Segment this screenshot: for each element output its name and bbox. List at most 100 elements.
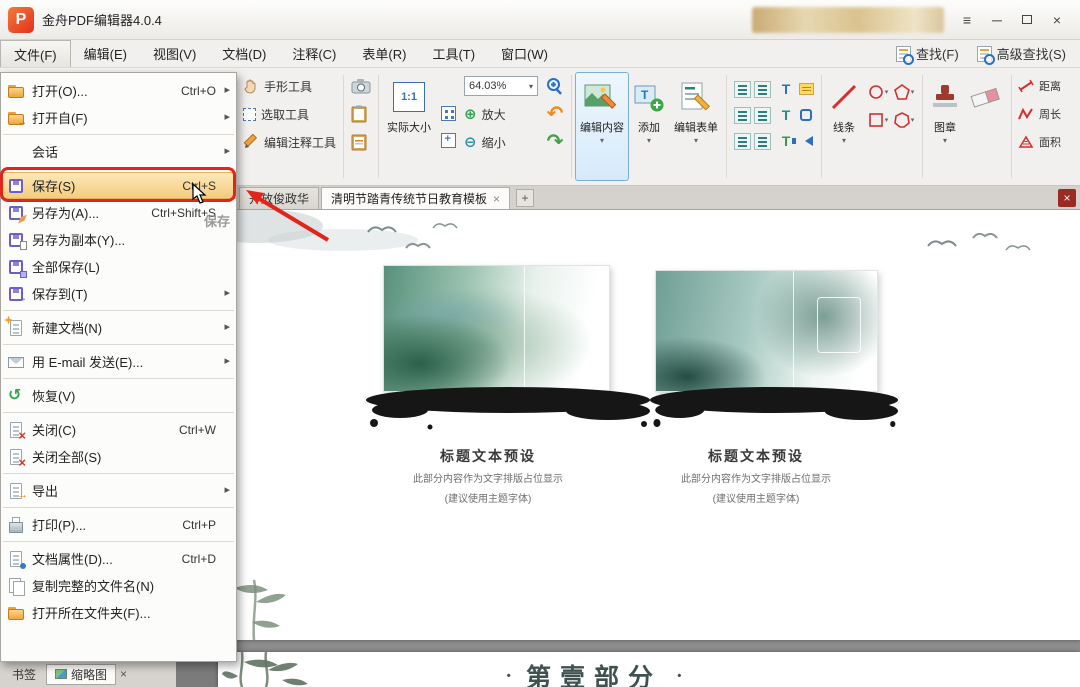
menu-item-save-as[interactable]: 另存为(A)... Ctrl+Shift+S [1, 199, 236, 226]
panel-close-button[interactable]: × [120, 667, 127, 681]
menu-item-save-all[interactable]: 全部保存(L) [1, 253, 236, 280]
measure-distance-button[interactable]: 距离 [1015, 72, 1064, 100]
tab-close-icon[interactable]: × [493, 193, 500, 205]
zoom-level-select[interactable]: 64.03% ▾ [464, 76, 538, 96]
paste-button[interactable] [347, 100, 375, 128]
panel-tab-thumbnails[interactable]: 缩略图 [46, 664, 116, 685]
edit-form-button[interactable]: 编辑表单 ▾ [669, 72, 723, 181]
annotate-tool-button[interactable]: 编辑注释工具 [239, 128, 340, 156]
menu-form[interactable]: 表单(R) [349, 40, 419, 67]
menu-item-label: 恢复(V) [32, 386, 216, 405]
select-tool-button[interactable]: 选取工具 [239, 100, 340, 128]
eraser-button[interactable] [964, 72, 1008, 181]
menu-edit[interactable]: 编辑(E) [71, 40, 140, 67]
document-tab-1[interactable]: 开放俊政华 [239, 187, 319, 209]
maximize-button[interactable] [1012, 9, 1042, 31]
open-folder-icon [7, 82, 25, 100]
link-icon[interactable] [800, 109, 812, 121]
menu-item-revert[interactable]: 恢复(V) [1, 382, 236, 409]
stamp-button[interactable]: 图章 ▾ [926, 72, 964, 181]
title-text-block-left[interactable]: 标题文本预设 此部分内容作为文字排版占位显示 (建议使用主题字体) [412, 446, 564, 505]
menu-item-save-to[interactable]: 保存到(T) [1, 280, 236, 307]
menu-annotate[interactable]: 注释(C) [279, 40, 349, 67]
zoom-in-button[interactable]: ⊕ 放大 [460, 100, 542, 128]
zoom-out-button[interactable]: ⊖ 缩小 [460, 128, 542, 156]
text-field-tool-icon-1[interactable] [734, 81, 751, 98]
menu-item-open-from[interactable]: 打开自(F) [1, 104, 236, 131]
add-button[interactable]: T 添加 ▾ [629, 72, 669, 181]
menu-item-copy-filename[interactable]: 复制完整的文件名(N) [1, 572, 236, 599]
menu-item-close-all[interactable]: 关闭全部(S) [1, 443, 236, 470]
menu-item-print[interactable]: 打印(P)... Ctrl+P [1, 511, 236, 538]
redo-button[interactable]: ↷ [543, 128, 568, 156]
app-window: { "colors": { "annotation_red": "#e1251b… [0, 0, 1080, 687]
text-field-tool-icon-2[interactable] [754, 81, 771, 98]
fit-page-icon[interactable] [441, 133, 456, 148]
arrow-mark [17, 487, 28, 501]
panel-tab-bookmarks[interactable]: 书签 [4, 664, 44, 685]
toolbar-separator [1011, 75, 1012, 178]
snapshot-button[interactable] [347, 72, 375, 100]
minimize-button[interactable]: ─ [982, 9, 1012, 31]
marquee-zoom-button[interactable] [542, 72, 568, 100]
pentagon-shape-button[interactable]: ▾ [894, 84, 915, 100]
menu-item-label: 打开所在文件夹(F)... [32, 603, 216, 622]
polygon-shape-button[interactable]: ▾ [894, 112, 915, 128]
text-field-tool-icon-3[interactable] [734, 107, 751, 124]
document-tab-2[interactable]: 清明节踏青传统节日教育模板 × [321, 187, 510, 209]
close-window-button[interactable]: × [1042, 9, 1072, 31]
speaker-icon[interactable] [805, 136, 813, 146]
menu-item-session[interactable]: 会话 [1, 138, 236, 165]
undo-button[interactable]: ↶ [543, 100, 568, 128]
svg-text:T: T [641, 88, 649, 102]
landscape-image-right[interactable] [655, 270, 878, 392]
hand-tool-button[interactable]: 手形工具 [239, 72, 340, 100]
find-button[interactable]: 查找(F) [888, 42, 967, 65]
menu-item-save-copy[interactable]: 另存为副本(Y)... [1, 226, 236, 253]
actual-size-button[interactable]: 1:1 实际大小 [382, 72, 436, 181]
lines-button[interactable]: 线条 ▾ [825, 72, 863, 181]
menu-hamburger-button[interactable]: ≡ [952, 9, 982, 31]
pdf-page-1: 标题文本预设 此部分内容作为文字排版占位显示 (建议使用主题字体) 标题文本预设… [218, 210, 1080, 640]
fit-width-icon[interactable] [441, 106, 456, 121]
text-field-tool-icon-5[interactable] [734, 133, 751, 150]
new-tab-button[interactable]: + [516, 189, 534, 207]
close-document-icon [7, 421, 25, 439]
measure-perimeter-button[interactable]: 周长 [1015, 100, 1064, 128]
menu-window[interactable]: 窗口(W) [488, 40, 561, 67]
landscape-image-left[interactable] [383, 265, 610, 392]
close-document-button[interactable]: × [1058, 189, 1076, 207]
measure-area-button[interactable]: 面积 [1015, 128, 1064, 156]
text-tool-blue-icon[interactable]: T [782, 82, 791, 96]
menu-item-export[interactable]: 导出 [1, 477, 236, 504]
menu-item-new-document[interactable]: 新建文档(N) [1, 314, 236, 341]
open-from-folder-icon [7, 109, 25, 127]
text-field-tool-icon-6[interactable] [754, 133, 771, 150]
square-shape-button[interactable]: ▾ [868, 112, 889, 128]
title-text-block-right[interactable]: 标题文本预设 此部分内容作为文字排版占位显示 (建议使用主题字体) [680, 446, 832, 505]
menu-file[interactable]: 文件(F) [0, 40, 71, 67]
menu-item-open-containing-folder[interactable]: 打开所在文件夹(F)... [1, 599, 236, 626]
edit-content-button[interactable]: 编辑内容 ▾ [575, 72, 629, 181]
menu-item-close[interactable]: 关闭(C) Ctrl+W [1, 416, 236, 443]
menu-tools[interactable]: 工具(T) [419, 40, 488, 67]
text-tool-teal-icon[interactable]: T [782, 108, 791, 122]
menu-item-document-properties[interactable]: 文档属性(D)... Ctrl+D [1, 545, 236, 572]
menu-view[interactable]: 视图(V) [140, 40, 209, 67]
advanced-find-button[interactable]: 高级查找(S) [969, 42, 1074, 65]
section-title[interactable]: · 第壹部分 · [218, 658, 970, 687]
edit-form-label: 编辑表单 [674, 119, 718, 135]
menu-item-email[interactable]: 用 E-mail 发送(E)... [1, 348, 236, 375]
circle-shape-button[interactable]: ▾ [868, 84, 889, 100]
menu-item-save[interactable]: 保存(S) Ctrl+S [1, 172, 236, 199]
distance-icon [1018, 79, 1034, 93]
menu-item-open[interactable]: 打开(O)... Ctrl+O [1, 77, 236, 104]
text-tool-green-icon[interactable]: T [782, 134, 791, 148]
block-note: (建议使用主题字体) [412, 490, 564, 505]
sticky-note-icon[interactable] [799, 83, 814, 95]
chevron-down-icon: ▾ [600, 137, 604, 145]
menu-document[interactable]: 文档(D) [209, 40, 279, 67]
clipboard-edit-button[interactable] [347, 128, 375, 156]
menu-item-label: 打印(P)... [32, 515, 174, 534]
text-field-tool-icon-4[interactable] [754, 107, 771, 124]
